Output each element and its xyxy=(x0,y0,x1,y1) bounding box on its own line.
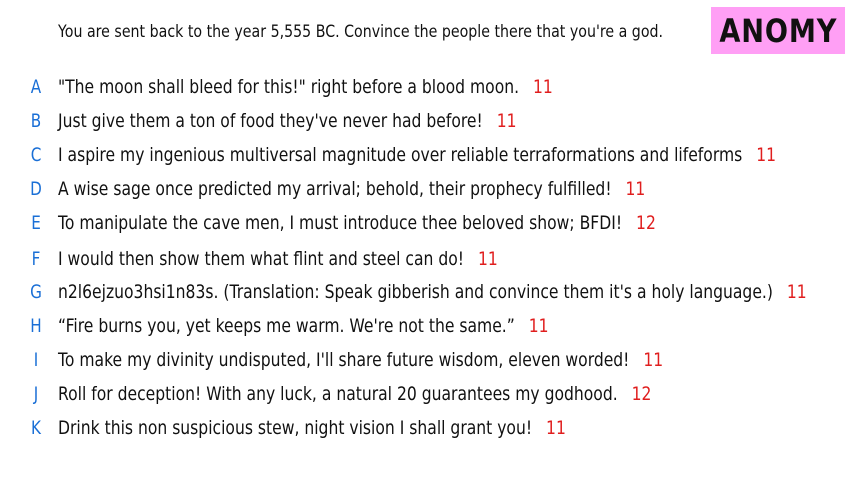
answer-letter: G xyxy=(30,281,42,303)
answer-letter: F xyxy=(31,248,41,270)
answer-content: To manipulate the cave men, I must intro… xyxy=(58,212,656,234)
answer-text: I would then show them what flint and st… xyxy=(58,248,465,270)
answer-letter: K xyxy=(31,417,41,439)
answer-score: 11 xyxy=(786,281,807,303)
answer-text: I aspire my ingenious multiversal magnit… xyxy=(58,144,743,166)
answer-text: Roll for deception! With any luck, a nat… xyxy=(58,383,618,405)
answer-letter: E xyxy=(31,212,41,234)
answer-text: To make my divinity undisputed, I'll sha… xyxy=(58,349,630,371)
answer-content: Drink this non suspicious stew, night vi… xyxy=(58,417,566,439)
answer-list: A "The moon shall bleed for this!" right … xyxy=(0,0,853,480)
answer-score: 11 xyxy=(528,315,549,337)
answer-score: 11 xyxy=(756,144,777,166)
answer-content: n2l6ejzuo3hsi1n83s. (Translation: Speak … xyxy=(58,281,807,303)
answer-letter: C xyxy=(30,144,42,166)
answer-letter: I xyxy=(33,349,39,371)
answer-content: “Fire burns you, yet keeps me warm. We'r… xyxy=(58,315,549,337)
answer-score: 11 xyxy=(496,110,517,132)
answer-score: 11 xyxy=(477,248,498,270)
answer-content: I aspire my ingenious multiversal magnit… xyxy=(58,144,776,166)
answer-text: A wise sage once predicted my arrival; b… xyxy=(58,178,612,200)
answer-score: 11 xyxy=(532,76,553,98)
answer-score: 12 xyxy=(636,212,656,234)
answer-letter: B xyxy=(30,110,42,132)
answer-letter: D xyxy=(30,178,42,200)
answer-text: Just give them a ton of food they've nev… xyxy=(58,110,483,132)
answer-letter: J xyxy=(33,383,39,405)
answer-text: n2l6ejzuo3hsi1n83s. (Translation: Speak … xyxy=(58,281,773,303)
answer-score: 11 xyxy=(625,178,646,200)
answer-content: To make my divinity undisputed, I'll sha… xyxy=(58,349,663,371)
answer-content: Just give them a ton of food they've nev… xyxy=(58,110,517,132)
answer-letter: A xyxy=(30,76,42,98)
answer-content: I would then show them what flint and st… xyxy=(58,248,498,270)
answer-score: 11 xyxy=(546,417,566,439)
answer-text: “Fire burns you, yet keeps me warm. We'r… xyxy=(58,315,515,337)
answer-text: "The moon shall bleed for this!" right b… xyxy=(58,76,520,98)
answer-score: 12 xyxy=(631,383,652,405)
answer-text: Drink this non suspicious stew, night vi… xyxy=(58,417,533,439)
answer-content: A wise sage once predicted my arrival; b… xyxy=(58,178,645,200)
answer-text: To manipulate the cave men, I must intro… xyxy=(58,212,623,234)
answer-content: Roll for deception! With any luck, a nat… xyxy=(58,383,651,405)
answer-letter: H xyxy=(30,315,42,337)
answer-content: "The moon shall bleed for this!" right b… xyxy=(58,76,553,98)
answer-score: 11 xyxy=(643,349,664,371)
